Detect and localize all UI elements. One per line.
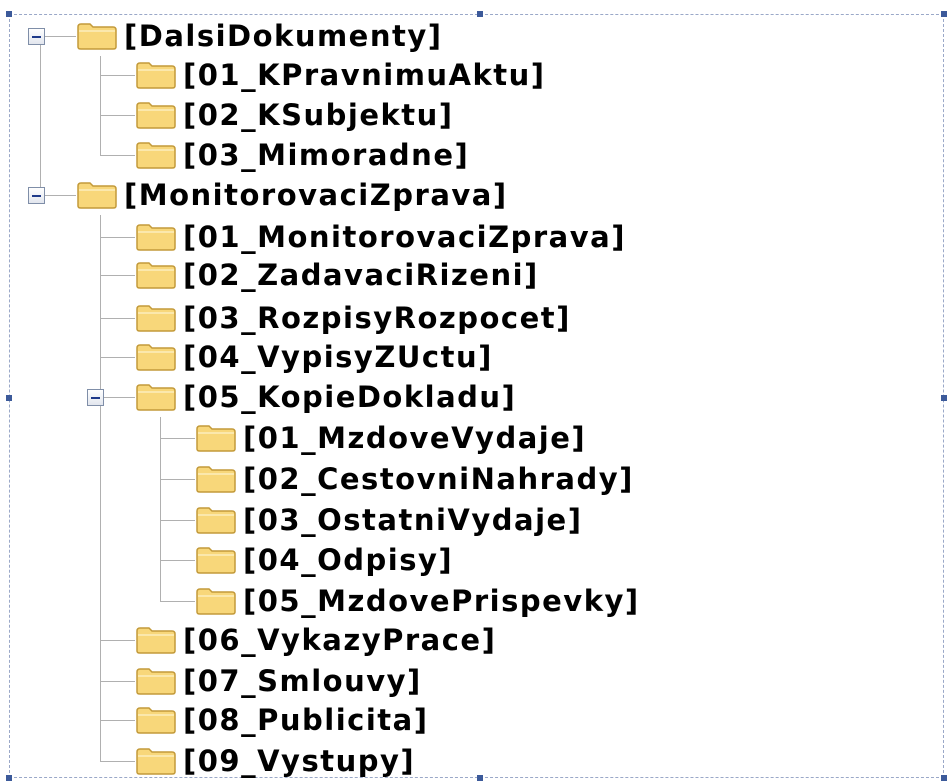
tree-node[interactable]: [MonitorovaciZprava] (76, 177, 508, 213)
folder-icon (195, 423, 237, 453)
tree-node-label: [05_KopieDokladu] (183, 380, 517, 414)
tree-branch-line (160, 520, 195, 521)
folder-icon (135, 260, 177, 290)
tree-branch-line (100, 720, 135, 721)
tree-node-label: [DalsiDokumenty] (124, 19, 443, 53)
tree-node-label: [01_MonitorovaciZprava] (183, 220, 626, 254)
folder-icon (76, 21, 118, 51)
tree-node[interactable]: [DalsiDokumenty] (76, 18, 443, 54)
tree-line-root (40, 44, 41, 195)
tree-branch-line (100, 681, 135, 682)
folder-icon (135, 382, 177, 412)
tree-node-label: [01_MzdoveVydaje] (243, 421, 587, 455)
tree-line-level2 (160, 417, 161, 601)
tree-branch-line (100, 640, 135, 641)
tree-node[interactable]: [04_Odpisy] (195, 542, 453, 578)
folder-icon (195, 464, 237, 494)
folder-icon (135, 746, 177, 776)
tree-node-label: [08_Publicita] (183, 703, 429, 737)
tree-node-label: [07_Smlouvy] (183, 664, 422, 698)
folder-icon (135, 666, 177, 696)
tree-node[interactable]: [02_KSubjektu] (135, 97, 454, 133)
tree-branch-line (100, 318, 135, 319)
tree-branch-line (100, 155, 135, 156)
folder-icon (195, 586, 237, 616)
tree-branch-line (160, 560, 195, 561)
tree-node-label: [09_Vystupy] (183, 744, 416, 778)
tree-line-level1-a (100, 56, 101, 155)
folder-icon (135, 303, 177, 333)
tree-node-label: [02_CestovniNahrady] (243, 462, 634, 496)
tree-branch-line (100, 761, 135, 762)
tree-node[interactable]: [01_KPravnimuAktu] (135, 57, 546, 93)
tree-line-level1-b (100, 215, 101, 761)
folder-icon (135, 625, 177, 655)
tree-branch-line (100, 115, 135, 116)
tree-branch-line (45, 36, 76, 37)
tree-node-label: [05_MzdovePrispevky] (243, 584, 640, 618)
folder-icon (135, 60, 177, 90)
tree-node-label: [06_VykazyPrace] (183, 623, 497, 657)
folder-icon (135, 342, 177, 372)
tree-node[interactable]: [06_VykazyPrace] (135, 622, 496, 658)
folder-icon (195, 545, 237, 575)
tree-branch-line (45, 195, 76, 196)
tree-node[interactable]: [02_CestovniNahrady] (195, 461, 634, 497)
tree-node-label: [02_ZadavaciRizeni] (183, 258, 539, 292)
tree-node[interactable]: [09_Vystupy] (135, 743, 415, 779)
tree-branch-line (160, 438, 195, 439)
folder-icon (135, 705, 177, 735)
folder-icon (135, 100, 177, 130)
folder-icon (135, 222, 177, 252)
collapse-minus-icon[interactable] (87, 389, 104, 406)
tree-node[interactable]: [01_MzdoveVydaje] (195, 420, 586, 456)
collapse-minus-icon[interactable] (28, 28, 45, 45)
tree-node[interactable]: [02_ZadavaciRizeni] (135, 257, 539, 293)
tree-node[interactable]: [03_Mimoradne] (135, 137, 469, 173)
tree-branch-line (100, 75, 135, 76)
folder-icon (76, 180, 118, 210)
tree-node[interactable]: [04_VypisyZUctu] (135, 339, 493, 375)
tree-branch-line (160, 479, 195, 480)
tree-node-label: [04_Odpisy] (243, 543, 454, 577)
tree-node-label: [03_RozpisyRozpocet] (183, 301, 571, 335)
tree-node-label: [04_VypisyZUctu] (183, 340, 493, 374)
tree-node[interactable]: [03_RozpisyRozpocet] (135, 300, 571, 336)
tree-node-label: [01_KPravnimuAktu] (183, 58, 546, 92)
tree-node-label: [MonitorovaciZprava] (124, 178, 508, 212)
tree-node-label: [02_KSubjektu] (183, 98, 454, 132)
tree-node[interactable]: [07_Smlouvy] (135, 663, 422, 699)
tree-node[interactable]: [08_Publicita] (135, 702, 428, 738)
tree-branch-line (104, 397, 135, 398)
tree-branch-line (160, 601, 195, 602)
collapse-minus-icon[interactable] (28, 187, 45, 204)
tree-node-label: [03_OstatniVydaje] (243, 503, 583, 537)
tree-node[interactable]: [03_OstatniVydaje] (195, 502, 582, 538)
folder-tree-view[interactable]: [DalsiDokumenty] [01_KPravnimuAktu] [02_KS… (0, 0, 949, 782)
folder-icon (135, 140, 177, 170)
tree-branch-line (100, 237, 135, 238)
tree-node-label: [03_Mimoradne] (183, 138, 470, 172)
tree-branch-line (100, 357, 135, 358)
tree-node[interactable]: [05_KopieDokladu] (135, 379, 516, 415)
tree-node[interactable]: [01_MonitorovaciZprava] (135, 219, 626, 255)
folder-icon (195, 505, 237, 535)
tree-branch-line (100, 275, 135, 276)
tree-node[interactable]: [05_MzdovePrispevky] (195, 583, 640, 619)
